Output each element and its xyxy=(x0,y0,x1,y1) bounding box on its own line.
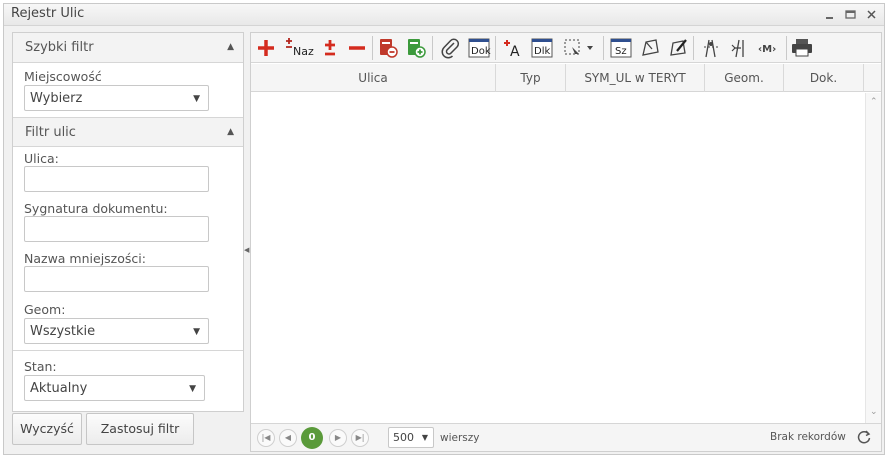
dlk-icon[interactable]: Dlk xyxy=(529,35,555,61)
locality-label: Miejscowość xyxy=(24,69,102,84)
clear-button[interactable]: Wyczyść xyxy=(12,413,82,445)
refresh-icon[interactable] xyxy=(856,429,872,445)
street-filter-header[interactable]: Filtr ulic ▲ xyxy=(13,117,243,147)
filter-panel: Szybki filtr ▲ Miejscowość Wybierz ▼ Fil… xyxy=(12,32,244,412)
dok-text: Dok xyxy=(471,46,491,57)
rows-label: wierszy xyxy=(440,432,480,444)
grid-body: ⌃ ⌄ xyxy=(251,93,881,423)
chevron-down-icon: ▼ xyxy=(193,327,200,337)
street-input[interactable] xyxy=(24,166,209,192)
status-label: Stan: xyxy=(24,359,57,374)
scroll-down-icon[interactable]: ⌄ xyxy=(870,407,878,417)
add-icon[interactable] xyxy=(253,35,279,61)
locality-name-label: Nazwa mniejszości: xyxy=(24,251,146,266)
doc-signature-label: Sygnatura dokumentu: xyxy=(24,201,168,216)
dlk-text: Dlk xyxy=(534,46,550,57)
doc-signature-input[interactable] xyxy=(24,216,209,242)
column-header-geom[interactable]: Geom. xyxy=(705,64,784,92)
edit-geometry-icon[interactable] xyxy=(665,35,691,61)
geom-label: Geom: xyxy=(24,302,66,317)
rows-per-page-value: 500 xyxy=(393,431,414,444)
column-header-doc[interactable]: Dok. xyxy=(784,64,864,92)
column-header-type[interactable]: Typ xyxy=(496,64,566,92)
geom-select-value: Wszystkie xyxy=(30,324,96,339)
locality-select[interactable]: Wybierz ▼ xyxy=(24,85,209,111)
status-select-value: Aktualny xyxy=(30,381,88,396)
column-header-street[interactable]: Ulica xyxy=(251,64,496,92)
sz-text: Sz xyxy=(615,46,627,57)
a-text: A xyxy=(510,44,520,60)
records-status: Brak rekordów xyxy=(770,431,846,443)
last-page-icon[interactable]: ▶| xyxy=(351,429,369,447)
document-icon[interactable]: Dok xyxy=(466,35,492,61)
edit-shape-icon[interactable] xyxy=(637,35,663,61)
toolbar: Naz Dok A Dlk Sz ‹M› xyxy=(251,33,881,63)
locality-name-input[interactable] xyxy=(24,266,209,292)
chevron-down-icon: ▼ xyxy=(193,94,200,104)
naz-text: Naz xyxy=(293,45,314,58)
delete-record-icon[interactable] xyxy=(375,35,401,61)
remove-icon[interactable] xyxy=(344,35,370,61)
maximize-icon[interactable] xyxy=(844,8,857,21)
add-text-icon[interactable]: A xyxy=(500,35,526,61)
grid-panel: Naz Dok A Dlk Sz ‹M› Ulica Typ SYM_UL w … xyxy=(250,32,882,452)
grid-header: Ulica Typ SYM_UL w TERYT Geom. Dok. xyxy=(251,64,881,92)
status-select[interactable]: Aktualny ▼ xyxy=(24,375,205,401)
first-page-icon[interactable]: |◀ xyxy=(257,429,275,447)
scroll-up-icon[interactable]: ⌃ xyxy=(870,97,878,107)
apply-filter-button[interactable]: Zastosuj filtr xyxy=(86,413,194,445)
sz-icon[interactable]: Sz xyxy=(608,35,634,61)
attachment-icon[interactable] xyxy=(437,35,463,61)
collapse-up-icon[interactable]: ▲ xyxy=(227,42,234,52)
chevron-down-icon: ▼ xyxy=(421,433,428,442)
collapse-up-icon[interactable]: ▲ xyxy=(227,127,234,137)
vertical-scrollbar[interactable]: ⌃ ⌄ xyxy=(865,93,881,423)
window-title: Rejestr Ulic xyxy=(11,6,85,21)
add-record-icon[interactable] xyxy=(403,35,429,61)
plus-minus-name-icon[interactable]: Naz xyxy=(281,35,315,61)
minimize-icon[interactable] xyxy=(823,8,836,21)
print-icon[interactable] xyxy=(789,35,815,61)
window-controls xyxy=(823,8,878,21)
chevron-down-icon: ▼ xyxy=(189,384,196,394)
filter-buttons: Wyczyść Zastosuj filtr xyxy=(12,412,244,454)
pager: |◀ ◀ 0 ▶ ▶| 500 ▼ wierszy Brak rekordów xyxy=(251,423,881,451)
rows-per-page-select[interactable]: 500 ▼ xyxy=(388,427,434,448)
close-icon[interactable] xyxy=(865,8,878,21)
select-area-dropdown-icon[interactable] xyxy=(561,35,597,61)
quick-filter-title: Szybki filtr xyxy=(25,40,94,55)
gml-icon[interactable]: ‹M› xyxy=(756,35,782,61)
locality-select-value: Wybierz xyxy=(30,91,83,106)
street-register-window: Rejestr Ulic Szybki filtr ▲ Miejscowość … xyxy=(3,3,885,455)
collapse-left-icon[interactable]: ◀ xyxy=(244,246,249,254)
street-label: Ulica: xyxy=(24,151,59,166)
quick-filter-header[interactable]: Szybki filtr ▲ xyxy=(13,33,243,63)
split-street-icon[interactable] xyxy=(698,35,724,61)
plus-minus-icon[interactable] xyxy=(317,35,343,61)
svg-text:‹M›: ‹M› xyxy=(758,44,776,55)
column-header-sym-ul[interactable]: SYM_UL w TERYT xyxy=(566,64,705,92)
geom-select[interactable]: Wszystkie ▼ xyxy=(24,318,209,344)
title-bar[interactable]: Rejestr Ulic xyxy=(4,4,884,26)
current-page-badge: 0 xyxy=(301,427,323,449)
next-page-icon[interactable]: ▶ xyxy=(329,429,347,447)
section-divider xyxy=(13,350,243,351)
previous-page-icon[interactable]: ◀ xyxy=(279,429,297,447)
street-filter-title: Filtr ulic xyxy=(25,125,76,140)
divide-street-icon[interactable] xyxy=(727,35,753,61)
